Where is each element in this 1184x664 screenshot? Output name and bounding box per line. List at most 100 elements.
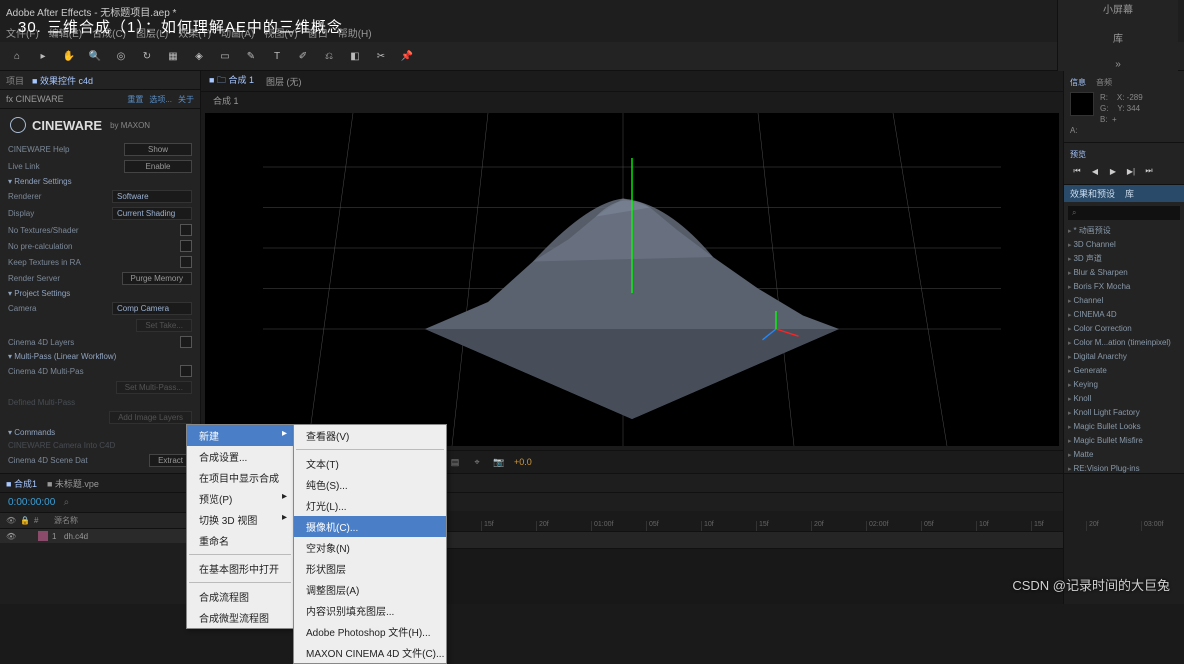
menu-item[interactable]: 重命名 (187, 530, 293, 551)
fx-category-item[interactable]: Knoll Light Factory (1068, 406, 1180, 420)
fx-category-item[interactable]: Color Correction (1068, 322, 1180, 336)
pen-tool[interactable]: ✎ (242, 47, 260, 65)
menu-item[interactable]: 查看器(V) (294, 425, 446, 446)
menu-item[interactable]: 空对象(N) (294, 537, 446, 558)
fx-category-item[interactable]: Magic Bullet Misfire (1068, 434, 1180, 448)
comp-breadcrumb[interactable]: 合成 1 (213, 96, 239, 106)
multipass-section[interactable]: ▾ Multi-Pass (Linear Workflow) (0, 350, 200, 363)
fx-category-item[interactable]: Blur & Sharpen (1068, 266, 1180, 280)
workspace-lib[interactable]: 库 (1113, 30, 1123, 45)
lock-icon[interactable]: 🔒 (20, 516, 34, 525)
tab-effect-controls[interactable]: ■ 效果控件 c4d (32, 74, 93, 87)
menu-item[interactable]: 新建▸ (187, 425, 293, 446)
fx-category-item[interactable]: * 动画预设 (1068, 224, 1180, 238)
eraser-tool[interactable]: ◧ (346, 47, 364, 65)
fx-category-item[interactable]: Channel (1068, 294, 1180, 308)
play-button[interactable]: ▶ (1106, 164, 1120, 178)
effects-preset-list[interactable]: * 动画预设3D Channel3D 声道Blur & SharpenBoris… (1064, 224, 1184, 473)
menu-item[interactable]: 在基本图形中打开 (187, 558, 293, 579)
timeline-tab-untitled[interactable]: ■ 未标题.vpe (47, 477, 99, 490)
fx-category-item[interactable]: Color M...ation (timeinpixel) (1068, 336, 1180, 350)
roto-tool[interactable]: ✂ (372, 47, 390, 65)
about-link[interactable]: 关于 (178, 94, 194, 105)
shape-tool[interactable]: ▭ (216, 47, 234, 65)
menu-item[interactable]: Adobe Photoshop 文件(H)... (294, 621, 446, 642)
menu-item[interactable]: 预览(P)▸ (187, 488, 293, 509)
rotate-tool[interactable]: ↻ (138, 47, 156, 65)
renderer-select[interactable]: Software (112, 190, 192, 203)
fx-category-item[interactable]: Matte (1068, 448, 1180, 462)
c4dmulti-checkbox[interactable] (180, 365, 192, 377)
context-menu-submenu[interactable]: 查看器(V) 文本(T)纯色(S)...灯光(L)...摄像机(C)...空对象(… (293, 424, 447, 664)
commands-section[interactable]: ▾ Commands (0, 426, 200, 439)
camera-icon[interactable]: 📷 (492, 455, 506, 469)
livelink-enable-button[interactable]: Enable (124, 160, 192, 173)
project-settings-section[interactable]: ▾ Project Settings (0, 287, 200, 300)
reset-link[interactable]: 重置 (127, 94, 143, 105)
workspace-small[interactable]: 小屏幕 (1103, 1, 1133, 16)
menu-item[interactable]: 摄像机(C)... (294, 516, 446, 537)
menu-item[interactable]: 文本(T) (294, 453, 446, 474)
menu-item[interactable]: 纯色(S)... (294, 474, 446, 495)
tab-effects-presets[interactable]: 效果和预设 (1070, 187, 1115, 200)
orbit-tool[interactable]: ◎ (112, 47, 130, 65)
fx-category-item[interactable]: 3D 声道 (1068, 252, 1180, 266)
fx-category-item[interactable]: Generate (1068, 364, 1180, 378)
clone-tool[interactable]: ⎌ (320, 47, 338, 65)
next-frame-button[interactable]: ▶| (1124, 164, 1138, 178)
panbehind-tool[interactable]: ◈ (190, 47, 208, 65)
menu-item[interactable]: 合成微型流程图 (187, 607, 293, 628)
menu-item[interactable]: 内容识别填充图层... (294, 600, 446, 621)
timecode-display[interactable]: 0:00:00:00 (8, 497, 55, 508)
workspace-more[interactable]: » (1115, 59, 1121, 70)
nopre-checkbox[interactable] (180, 240, 192, 252)
c4dlayers-checkbox[interactable] (180, 336, 192, 348)
camera-select[interactable]: Comp Camera (112, 302, 192, 315)
fx-category-item[interactable]: Digital Anarchy (1068, 350, 1180, 364)
fx-category-item[interactable]: Knoll (1068, 392, 1180, 406)
effects-search-input[interactable]: ⌕ (1068, 206, 1180, 220)
menu-item[interactable]: 在项目中显示合成 (187, 467, 293, 488)
time-offset[interactable]: +0.0 (514, 457, 532, 467)
menu-item[interactable]: 合成流程图 (187, 586, 293, 607)
selection-tool[interactable]: ▸ (34, 47, 52, 65)
snap-icon[interactable]: ⌖ (470, 455, 484, 469)
first-frame-button[interactable]: ⏮ (1070, 164, 1084, 178)
keeptex-checkbox[interactable] (180, 256, 192, 268)
prev-frame-button[interactable]: ◀ (1088, 164, 1102, 178)
menu-item[interactable]: 合成设置... (187, 446, 293, 467)
eye-icon[interactable]: 👁 (6, 516, 20, 525)
layer-name[interactable]: dh.c4d (64, 532, 88, 541)
col-source-name[interactable]: 源名称 (54, 515, 78, 526)
menu-item[interactable]: 形状图层 (294, 558, 446, 579)
display-select[interactable]: Current Shading (112, 207, 192, 220)
layer-row-1[interactable]: 👁 1 dh.c4d (0, 529, 200, 543)
home-icon[interactable]: ⌂ (8, 47, 26, 65)
fx-category-item[interactable]: RE:Vision Plug-ins (1068, 462, 1180, 473)
options-link[interactable]: 选项... (149, 94, 172, 105)
context-menu-primary[interactable]: 新建▸合成设置...在项目中显示合成预览(P)▸切换 3D 视图▸重命名在基本图… (186, 424, 294, 629)
tab-library[interactable]: 库 (1125, 187, 1134, 200)
zoom-tool[interactable]: 🔍 (86, 47, 104, 65)
menu-item[interactable]: 灯光(L)... (294, 495, 446, 516)
tab-audio[interactable]: 音频 (1096, 77, 1112, 88)
tab-layer[interactable]: 图层 (无) (266, 75, 302, 88)
tab-project[interactable]: 项目 (6, 74, 24, 87)
fx-category-item[interactable]: Boris FX Mocha (1068, 280, 1180, 294)
menu-item[interactable]: MAXON CINEMA 4D 文件(C)... (294, 642, 446, 663)
effect-cineware-header[interactable]: fx CINEWARE (6, 94, 64, 104)
tab-preview[interactable]: 预览 (1070, 150, 1086, 159)
timeline-tab-comp1[interactable]: ■ 合成1 (6, 477, 37, 490)
tab-composition[interactable]: ■ 🗀 合成 1 (209, 73, 254, 89)
notex-checkbox[interactable] (180, 224, 192, 236)
purge-memory-button[interactable]: Purge Memory (122, 272, 192, 285)
brush-tool[interactable]: ✐ (294, 47, 312, 65)
fx-category-item[interactable]: CINEMA 4D (1068, 308, 1180, 322)
puppet-tool[interactable]: 📌 (398, 47, 416, 65)
view-opt-icon[interactable]: ▤ (448, 455, 462, 469)
menu-item[interactable]: 调整图层(A) (294, 579, 446, 600)
last-frame-button[interactable]: ⏭ (1142, 164, 1156, 178)
fx-category-item[interactable]: Magic Bullet Looks (1068, 420, 1180, 434)
tab-info[interactable]: 信息 (1070, 77, 1086, 88)
composition-viewport[interactable] (205, 113, 1059, 446)
